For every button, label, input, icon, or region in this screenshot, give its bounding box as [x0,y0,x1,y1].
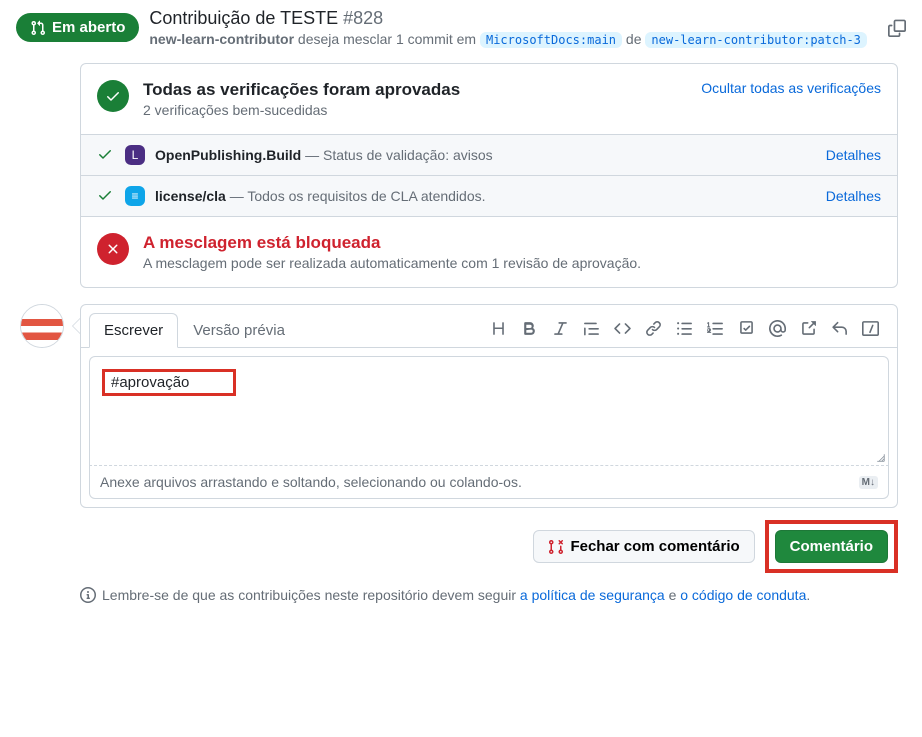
check-status: — Status de validação: avisos [305,147,493,163]
user-avatar[interactable] [20,304,64,348]
close-with-comment-button[interactable]: Fechar com comentário [533,530,754,563]
info-icon [80,587,96,603]
markdown-toolbar [490,320,889,340]
check-success-icon [97,80,129,112]
check-icon [97,146,115,164]
merge-blocked-title: A mesclagem está bloqueada [143,233,881,253]
checks-title: Todas as verificações foram aprovadas [143,80,687,100]
unordered-list-icon[interactable] [676,320,693,340]
check-row-1: ≡ license/cla — Todos os requisitos de C… [81,175,897,216]
comment-tabs: Escrever Versão prévia [81,305,897,348]
comment-textarea[interactable]: #aprovação [89,356,889,466]
tasklist-icon[interactable] [738,320,755,340]
comment-actions: Fechar com comentário Comentário [80,520,898,573]
heading-icon[interactable] [490,320,507,340]
checks-subtitle: 2 verificações bem-sucedidas [143,102,687,118]
bold-icon[interactable] [521,320,538,340]
code-of-conduct-link[interactable]: o código de conduta [680,587,806,603]
pr-subline: new-learn-contributor deseja mesclar 1 c… [149,31,878,47]
check-row-0: L OpenPublishing.Build — Status de valid… [81,134,897,175]
pull-request-icon [30,20,46,36]
state-label: Em aberto [52,19,125,36]
comment-button[interactable]: Comentário [775,530,888,563]
crossref-icon[interactable] [800,320,817,340]
slash-icon[interactable] [862,320,879,340]
git-pr-closed-icon [548,539,564,555]
merge-blocked-subtitle: A mesclagem pode ser realizada automatic… [143,255,881,271]
quote-icon[interactable] [583,320,600,340]
pr-title-wrap: Contribuição de TESTE #828 new-learn-con… [149,8,878,47]
check-name: OpenPublishing.Build [155,147,301,163]
ordered-list-icon[interactable] [707,320,724,340]
comment-box: Escrever Versão prévia [80,304,898,508]
check-details-link[interactable]: Detalhes [826,147,881,163]
code-icon[interactable] [614,320,631,340]
copy-icon[interactable] [888,19,906,37]
pr-title: Contribuição de TESTE #828 [149,8,878,29]
attach-files-row[interactable]: Anexe arquivos arrastando e soltando, se… [89,466,889,499]
pr-header: Em aberto Contribuição de TESTE #828 new… [0,0,922,63]
merge-status-box: Todas as verificações foram aprovadas 2 … [80,63,898,288]
compare-branch-pill[interactable]: new-learn-contributor:patch-3 [645,32,867,48]
italic-icon[interactable] [552,320,569,340]
mention-icon[interactable] [769,320,786,340]
check-app-avatar: L [125,145,145,165]
reply-icon[interactable] [831,320,848,340]
footer-note: Lembre-se de que as contribuições neste … [80,587,898,603]
check-status: — Todos os requisitos de CLA atendidos. [230,188,486,204]
blocked-icon [97,233,129,265]
tab-write[interactable]: Escrever [89,313,178,348]
markdown-icon[interactable]: M↓ [859,476,878,489]
link-icon[interactable] [645,320,662,340]
resize-handle-icon[interactable] [872,449,886,463]
base-branch-pill[interactable]: MicrosoftDocs:main [480,32,622,48]
security-policy-link[interactable]: a política de segurança [520,587,665,603]
toggle-checks-link[interactable]: Ocultar todas as verificações [701,80,881,96]
check-icon [97,187,115,205]
check-name: license/cla [155,188,226,204]
check-details-link[interactable]: Detalhes [826,188,881,204]
tab-preview[interactable]: Versão prévia [178,313,300,348]
check-app-avatar: ≡ [125,186,145,206]
state-badge: Em aberto [16,13,139,42]
